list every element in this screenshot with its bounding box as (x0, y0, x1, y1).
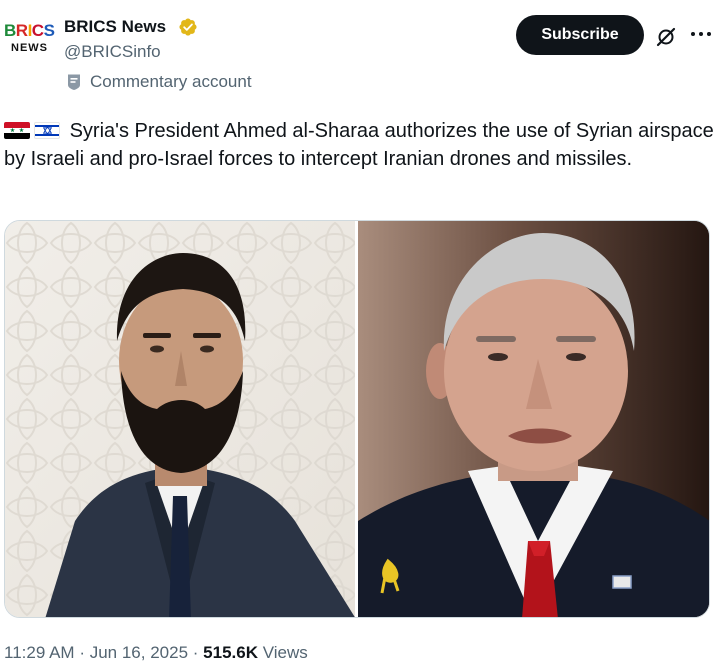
avatar-logo-subtext: NEWS (11, 42, 48, 54)
israel-flag-icon (34, 122, 60, 139)
tweet-media[interactable] (4, 220, 710, 618)
verified-badge-icon[interactable] (178, 17, 198, 37)
commentary-badge-icon (68, 74, 80, 90)
photo-ahmed-al-sharaa[interactable] (5, 221, 355, 617)
avatar-logo-text: BRICS (4, 21, 55, 40)
more-icon[interactable] (687, 24, 715, 44)
account-handle[interactable]: @BRICSinfo (64, 41, 161, 63)
views-label: Views (262, 643, 308, 662)
subscribe-button[interactable]: Subscribe (516, 15, 644, 55)
tweet-date[interactable]: Jun 16, 2025 (90, 643, 188, 662)
grok-icon[interactable] (655, 26, 677, 48)
avatar[interactable]: BRICS NEWS (4, 21, 55, 58)
tweet-meta: 11:29 AM · Jun 16, 2025 · 515.6K Views (4, 642, 308, 664)
meta-separator: · (79, 643, 85, 662)
views-count[interactable]: 515.6K (203, 643, 258, 662)
commentary-label-text: Commentary account (90, 72, 252, 91)
syria-flag-icon (4, 122, 30, 139)
tweet-time[interactable]: 11:29 AM (4, 643, 75, 662)
account-name[interactable]: BRICS News (64, 16, 166, 38)
commentary-label: Commentary account (64, 71, 252, 93)
photo-benjamin-netanyahu[interactable] (358, 221, 709, 617)
meta-separator: · (192, 643, 199, 662)
tweet-text: Syria's President Ahmed al-Sharaa author… (4, 117, 716, 173)
tweet-header: BRICS NEWS BRICS News @BRICSinfo Comment… (0, 0, 724, 110)
tweet-body: Syria's President Ahmed al-Sharaa author… (4, 120, 714, 170)
